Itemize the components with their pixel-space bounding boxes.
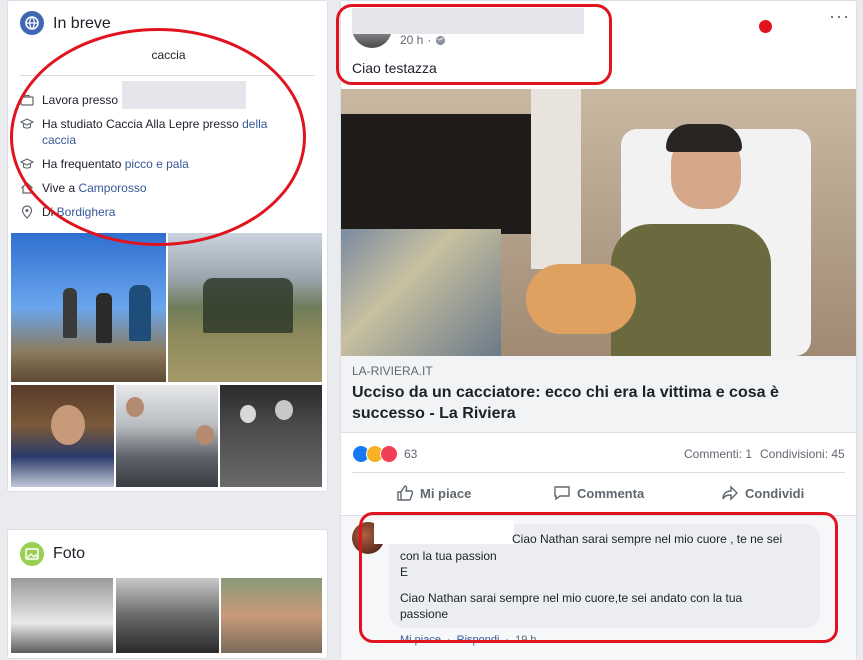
- comment-like-link[interactable]: Mi piace: [400, 634, 441, 646]
- fireplace: [341, 114, 541, 234]
- cat: [526, 264, 636, 334]
- reactions-count[interactable]: 63: [404, 447, 417, 461]
- graduation-cap-icon: [20, 158, 34, 169]
- graduation-cap-icon: [20, 118, 34, 129]
- intro-school-text: Ha frequentato picco e pala: [42, 157, 189, 171]
- link-preview-image[interactable]: [341, 89, 856, 356]
- city-link[interactable]: Camporosso: [78, 181, 146, 195]
- photo-thumb-6[interactable]: [11, 578, 113, 653]
- share-button[interactable]: Condividi: [721, 484, 804, 502]
- school-link[interactable]: picco e pala: [125, 157, 189, 171]
- comment-label: Commenta: [577, 485, 645, 501]
- post-more-button[interactable]: ···: [829, 6, 850, 27]
- photo-thumb-1[interactable]: [11, 233, 166, 382]
- comment-line-1: Ciao Nathan sarai sempre nel mio cuore ,…: [512, 532, 783, 546]
- photo-thumb-5[interactable]: [220, 385, 322, 487]
- like-label: Mi piace: [420, 485, 472, 501]
- redacted-commenter-name: [374, 520, 514, 544]
- comments-count[interactable]: Commenti: 1: [684, 447, 752, 461]
- annotation-dot: [759, 20, 772, 33]
- photos-title: Foto: [53, 545, 86, 562]
- intro-from-text: Di Bordighera: [42, 205, 116, 219]
- home-icon: [21, 182, 33, 194]
- comment-button[interactable]: Commenta: [553, 484, 644, 502]
- hometown-link[interactable]: Bordighera: [57, 205, 116, 219]
- photo-icon: [20, 542, 44, 566]
- globe-icon: [20, 11, 44, 35]
- comment-meta: Mi piace · Rispondi · 19 h: [400, 634, 537, 646]
- photo-thumb-4[interactable]: [116, 385, 218, 487]
- thumbs-up-icon: [397, 485, 414, 501]
- divider: [20, 75, 315, 76]
- link-source: LA-RIVIERA.IT: [352, 364, 433, 378]
- comment-line-3: E: [400, 565, 409, 579]
- post-time[interactable]: 20 h: [400, 33, 423, 47]
- reaction-icons[interactable]: [352, 445, 398, 463]
- comment-bubble-icon: [554, 486, 570, 501]
- comment-reply-link[interactable]: Rispondi: [457, 634, 500, 646]
- post-meta: 20 h ·: [400, 33, 446, 47]
- link-title[interactable]: Ucciso da un cacciatore: ecco chi era la…: [352, 382, 822, 424]
- redacted-workplace: [122, 81, 246, 109]
- photo-thumb-2[interactable]: [168, 233, 322, 382]
- comment-time[interactable]: 19 h: [515, 634, 536, 646]
- meta-separator: ·: [427, 33, 432, 47]
- post-text: Ciao testazza: [352, 60, 437, 76]
- redacted-author-name: [352, 8, 584, 34]
- intro-lives-text: Vive a Camporosso: [42, 181, 147, 195]
- photo-thumb-8[interactable]: [221, 578, 322, 653]
- divider: [352, 472, 845, 473]
- comment-line-2: con la tua passion: [400, 549, 497, 563]
- intro-bio: caccia: [151, 48, 186, 62]
- briefcase-icon: [20, 94, 34, 106]
- intro-lives-row: Vive a Camporosso: [20, 180, 290, 196]
- comment-line-4: Ciao Nathan sarai sempre nel mio cuore,t…: [400, 591, 743, 605]
- shares-count[interactable]: Condivisioni: 45: [760, 447, 845, 461]
- intro-from-row: Di Bordighera: [20, 204, 290, 220]
- share-label: Condividi: [745, 485, 805, 501]
- love-reaction-icon: [380, 445, 398, 463]
- intro-work-text: Lavora presso: [42, 93, 119, 107]
- intro-school-row: Ha frequentato picco e pala: [20, 156, 290, 172]
- share-arrow-icon: [722, 485, 738, 501]
- location-pin-icon: [21, 205, 33, 219]
- intro-study-row: Ha studiato Caccia Alla Lepre presso del…: [20, 116, 290, 148]
- intro-study-text: Ha studiato Caccia Alla Lepre presso del…: [42, 117, 268, 147]
- like-button[interactable]: Mi piace: [396, 484, 471, 502]
- photo-thumb-3[interactable]: [11, 385, 114, 487]
- intro-title: In breve: [53, 15, 111, 32]
- photo-thumb-7[interactable]: [116, 578, 219, 653]
- public-globe-icon: [436, 35, 446, 45]
- comment-line-5: passione: [400, 607, 449, 621]
